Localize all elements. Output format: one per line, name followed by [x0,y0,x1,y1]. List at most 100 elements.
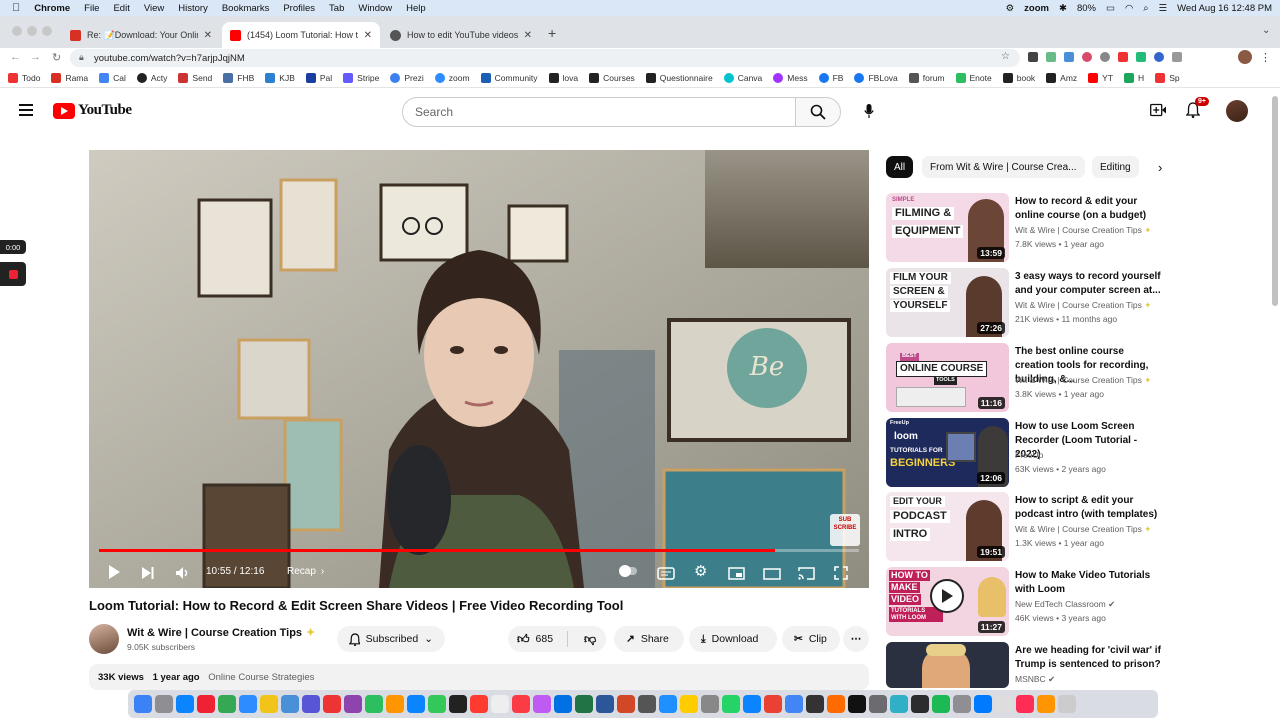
bookmark-item[interactable]: Prezi [390,72,424,83]
video-thumbnail[interactable] [886,642,1009,688]
bookmark-item[interactable]: H [1124,72,1144,83]
app-icon[interactable] [491,695,509,713]
stop-recording-button[interactable] [0,262,26,286]
battery-level[interactable]: 80% [1077,3,1096,14]
related-video[interactable]: BEST ONLINE COURSE TOOLS 11:16 The best … [886,343,1166,413]
bookmark-item[interactable]: Stripe [343,72,379,83]
reload-icon[interactable]: ↻ [52,51,61,64]
menu-view[interactable]: View [144,3,164,14]
bookmark-item[interactable]: Send [178,72,212,83]
bookmark-item[interactable]: forum [908,72,945,83]
bookmark-item[interactable]: FB [818,72,843,83]
app-icon[interactable] [533,695,551,713]
app-icon[interactable] [995,695,1013,713]
video-thumbnail[interactable]: HOW TO MAKE VIDEO TUTORIALS WITH LOOM 11… [886,567,1009,636]
menu-dots-icon[interactable]: ⋮ [1260,51,1271,64]
next-button[interactable] [141,566,155,580]
menu-history[interactable]: History [178,3,208,14]
search-icon[interactable]: ⌕ [1143,3,1148,14]
extension-icon[interactable] [1082,52,1092,62]
subscribe-watermark[interactable]: SUB SCRIBE [830,514,860,546]
app-icon[interactable] [1016,695,1034,713]
control-center-icon[interactable]: ☰ [1159,3,1168,14]
bookmark-item[interactable]: Todo [8,72,40,83]
menu-chrome[interactable]: Chrome [34,3,70,14]
video-player[interactable]: Be SUB SCRIBE 10:55 / 12:16 Recap › ⚙ [89,150,869,588]
zoom-icon[interactable] [239,695,257,713]
clock[interactable]: Wed Aug 16 12:48 PM [1177,3,1272,14]
app-icon[interactable] [953,695,971,713]
volume-button[interactable] [175,566,191,580]
window-zoom-button[interactable] [42,26,52,36]
excel-icon[interactable] [575,695,593,713]
like-button[interactable]: 👍︎ 685 [508,631,568,647]
word-icon[interactable] [596,695,614,713]
related-title[interactable]: 3 easy ways to record yourself and your … [1015,270,1165,298]
bookmark-item[interactable]: Community [480,72,538,83]
theater-mode-button[interactable] [763,568,781,580]
app-icon[interactable] [281,695,299,713]
zoom-status[interactable]: zoom [1024,3,1049,14]
extension-icon[interactable] [1028,52,1038,62]
menu-file[interactable]: File [84,3,99,14]
forward-icon[interactable]: → [30,51,41,63]
app-icon[interactable] [743,695,761,713]
app-icon[interactable] [365,695,383,713]
share-button[interactable]: ↗ Share [614,626,684,652]
related-title[interactable]: How to script & edit your podcast intro … [1015,494,1165,522]
video-thumbnail[interactable]: EDIT YOUR PODCAST INTRO 19:51 [886,492,1009,561]
chapter-button[interactable]: Recap › [287,566,324,577]
app-icon[interactable] [554,695,572,713]
create-video-button[interactable] [1150,103,1166,122]
captions-button[interactable] [657,567,675,580]
window-minimize-button[interactable] [27,26,37,36]
battery-icon[interactable]: ▭ [1106,3,1115,14]
app-icon[interactable] [659,695,677,713]
new-tab-button[interactable]: + [548,25,556,41]
app-icon[interactable] [260,695,278,713]
bookmark-item[interactable]: Amz [1046,72,1077,83]
tab-search-icon[interactable]: ⌄ [1262,25,1270,36]
bookmark-item[interactable]: Enote [955,72,992,83]
bookmark-item[interactable]: Acty [136,72,167,83]
extension-icon[interactable] [1136,52,1146,62]
bluetooth-icon[interactable]: ✱ [1059,3,1067,14]
voice-search-button[interactable] [855,97,883,125]
download-button[interactable]: ⤓ Download [689,626,777,652]
channel-name[interactable]: Wit & Wire | Course Creation Tips ✦ [127,626,315,639]
launchpad-icon[interactable] [155,695,173,713]
address-bar[interactable]: 🔒︎ youtube.com/watch?v=h7arjpJqjNM ☆ [70,49,1020,67]
video-thumbnail[interactable]: FreeUp loom TUTORIALS FOR BEGINNERS 12:0… [886,418,1009,487]
extension-icon[interactable] [1100,52,1110,62]
cast-button[interactable] [798,567,815,580]
bookmark-item[interactable]: Rama [51,72,88,83]
bookmark-item[interactable]: Courses [589,72,635,83]
extension-icon[interactable] [1064,52,1074,62]
back-icon[interactable]: ← [10,51,21,63]
menu-tab[interactable]: Tab [329,3,344,14]
chip-from-channel[interactable]: From Wit & Wire | Course Crea... [922,156,1085,178]
play-button[interactable] [107,564,121,580]
app-icon[interactable] [974,695,992,713]
app-icon[interactable] [407,695,425,713]
tab-edit-videos[interactable]: How to edit YouTube videos for ✕ [382,22,540,48]
chrome-icon[interactable] [218,695,236,713]
whatsapp-icon[interactable] [722,695,740,713]
close-icon[interactable]: ✕ [524,30,532,41]
puzzle-icon[interactable] [1172,52,1182,62]
app-icon[interactable] [932,695,950,713]
dislike-button[interactable]: 👎︎ [574,632,596,647]
menu-edit[interactable]: Edit [113,3,129,14]
tab-youtube[interactable]: (1454) Loom Tutorial: How to R ✕ [222,22,380,48]
app-icon[interactable] [890,695,908,713]
app-icon[interactable] [785,695,803,713]
app-icon[interactable] [449,695,467,713]
video-thumbnail[interactable]: FILM YOUR SCREEN & YOURSELF 27:26 [886,268,1009,337]
menu-profiles[interactable]: Profiles [283,3,315,14]
window-close-button[interactable] [12,26,22,36]
extension-icon[interactable] [1046,52,1056,62]
chevron-right-icon[interactable]: › [1158,160,1162,175]
app-icon[interactable] [323,695,341,713]
app-icon[interactable] [869,695,887,713]
subscribed-button[interactable]: Subscribed ⌄ [337,626,445,652]
